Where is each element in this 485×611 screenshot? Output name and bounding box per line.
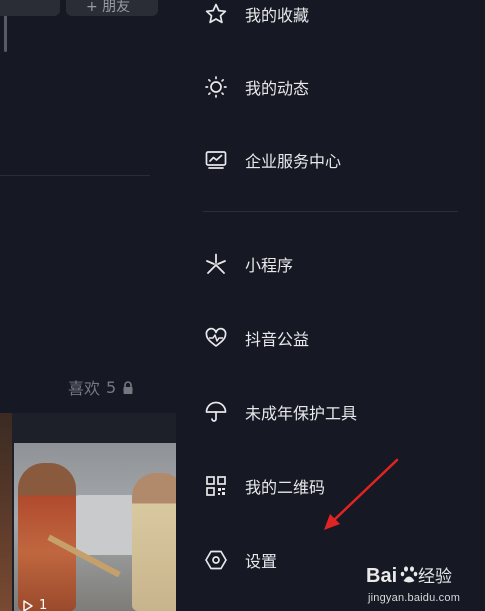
heart-pulse-icon bbox=[203, 325, 229, 351]
menu-item-label: 我的收藏 bbox=[245, 6, 310, 25]
play-count-icon bbox=[22, 599, 34, 611]
star-icon bbox=[203, 1, 229, 27]
menu-item-label: 企业服务中心 bbox=[245, 152, 342, 171]
baidu-jingyan-logo: Bai 经验 bbox=[366, 565, 452, 587]
hexagon-settings-icon bbox=[203, 547, 229, 573]
menu-item-label: 我的动态 bbox=[245, 79, 310, 98]
menu-item-label: 小程序 bbox=[245, 256, 294, 275]
svg-text:Bai: Bai bbox=[366, 565, 397, 587]
watermark-url: jingyan.baidu.com bbox=[368, 592, 461, 604]
menu-item-enterprise-service[interactable]: 企业服务中心 bbox=[203, 144, 463, 176]
menu-item-minor-protection[interactable]: 未成年保护工具 bbox=[203, 396, 463, 428]
background-divider bbox=[0, 175, 150, 176]
umbrella-icon bbox=[203, 399, 229, 425]
baidu-jingyan-watermark: Bai 经验 jingyan.baidu.com bbox=[366, 560, 484, 610]
menu-divider bbox=[203, 211, 458, 212]
menu-item-label: 设置 bbox=[245, 552, 278, 571]
play-count: 1 bbox=[22, 598, 47, 611]
sun-icon bbox=[203, 74, 229, 100]
top-left-button[interactable] bbox=[0, 0, 60, 16]
svg-text:经验: 经验 bbox=[418, 567, 452, 587]
video-thumbnail-edge bbox=[0, 413, 12, 611]
monitor-chart-icon bbox=[203, 147, 229, 173]
qr-code-icon bbox=[203, 473, 229, 499]
menu-item-label: 未成年保护工具 bbox=[245, 404, 358, 423]
add-friend-label: + 朋友 bbox=[86, 0, 131, 15]
menu-item-favorites[interactable]: 我的收藏 bbox=[203, 0, 463, 30]
play-count-value: 1 bbox=[39, 598, 48, 611]
menu-item-charity[interactable]: 抖音公益 bbox=[203, 322, 463, 354]
video-frame-image bbox=[14, 443, 176, 611]
likes-tab[interactable]: 喜欢 5 bbox=[68, 376, 134, 398]
asterisk-icon bbox=[203, 251, 229, 277]
menu-item-label: 抖音公益 bbox=[245, 330, 310, 349]
likes-count: 5 bbox=[106, 377, 117, 397]
likes-label: 喜欢 bbox=[68, 379, 101, 398]
annotation-arrow bbox=[324, 458, 399, 530]
add-friend-button[interactable]: + 朋友 bbox=[66, 0, 158, 16]
background-profile-page: + 朋友 喜欢 5 1 bbox=[0, 0, 176, 611]
menu-item-mini-programs[interactable]: 小程序 bbox=[203, 248, 463, 280]
lock-icon bbox=[122, 380, 134, 394]
menu-item-activity[interactable]: 我的动态 bbox=[203, 71, 463, 103]
liked-video-thumbnail[interactable]: 1 bbox=[0, 413, 176, 611]
